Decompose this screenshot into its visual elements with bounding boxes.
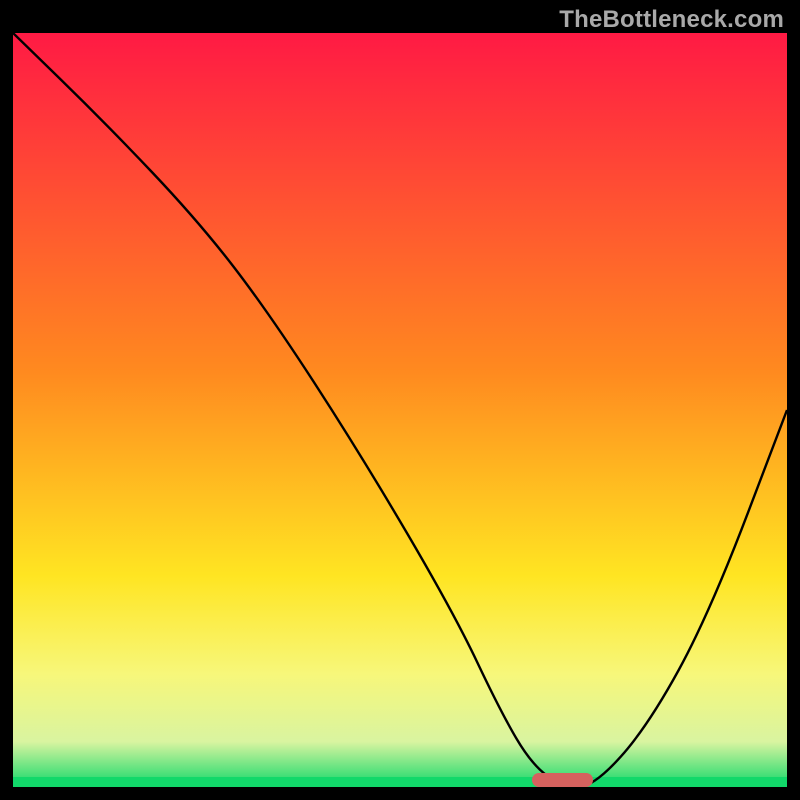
- chart-frame: [13, 33, 787, 787]
- watermark-text: TheBottleneck.com: [559, 6, 784, 34]
- plot-area: [13, 33, 787, 787]
- optimal-marker: [532, 773, 594, 787]
- bottleneck-curve: [13, 33, 787, 787]
